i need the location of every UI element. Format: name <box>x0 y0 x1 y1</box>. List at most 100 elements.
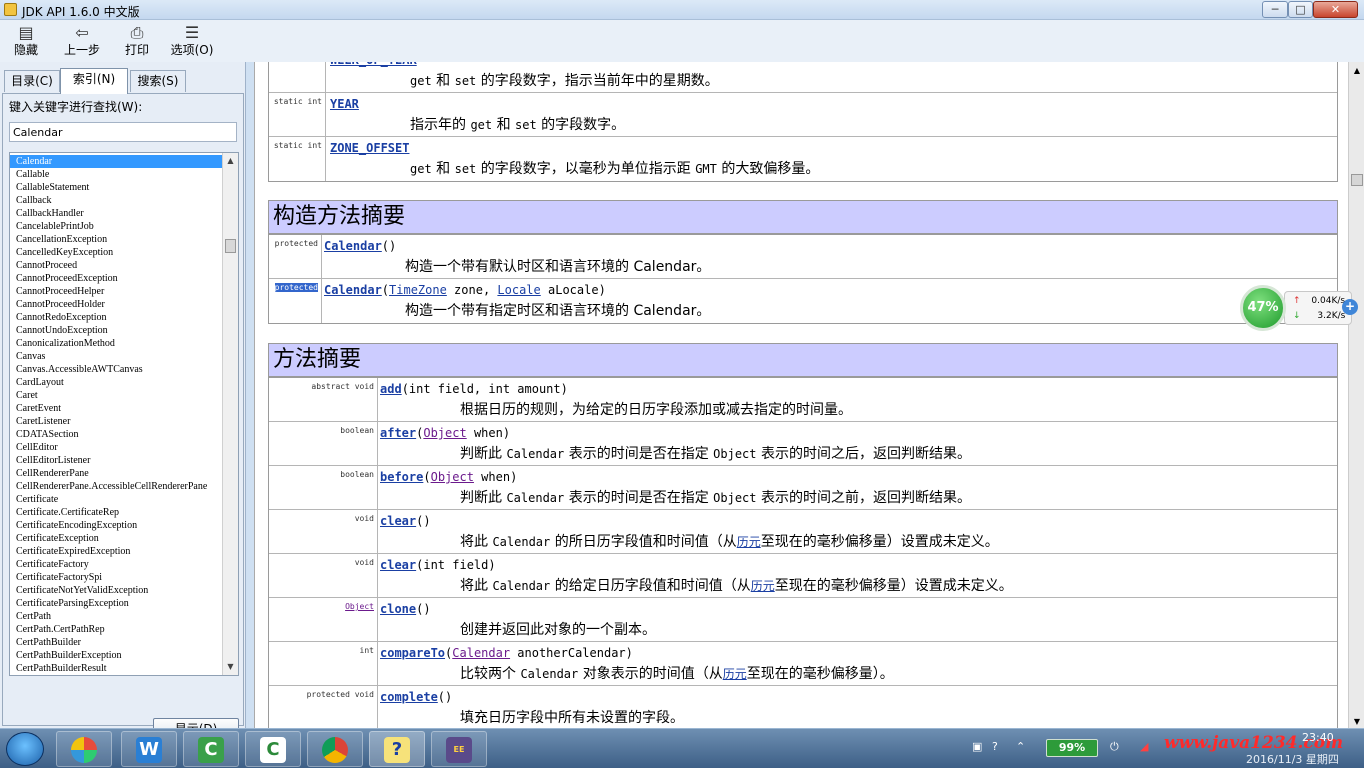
member-link[interactable]: complete <box>380 690 438 704</box>
list-item[interactable]: CellEditor <box>10 441 222 454</box>
list-item[interactable]: CannotProceedHolder <box>10 298 222 311</box>
type-link[interactable]: Calendar <box>452 646 510 660</box>
list-item[interactable]: Calendar <box>10 155 222 168</box>
maximize-button[interactable]: □ <box>1288 1 1313 18</box>
chevron-up-icon[interactable]: ⌃ <box>1016 740 1025 753</box>
list-item[interactable]: CannotProceed <box>10 259 222 272</box>
list-item[interactable]: CertPath.CertPathRep <box>10 623 222 636</box>
list-item[interactable]: CertificateFactory <box>10 558 222 571</box>
network-speed-widget[interactable]: ↑ 0.04K/s ↓ 3.2K/s 47% + <box>1236 283 1360 333</box>
content-scrollbar[interactable]: ▲ ▼ <box>1348 62 1364 728</box>
list-item[interactable]: CancelledKeyException <box>10 246 222 259</box>
options-button[interactable]: ☰ 选项(O) <box>166 23 218 61</box>
member-link[interactable]: clone <box>380 602 416 616</box>
list-item[interactable]: CallableStatement <box>10 181 222 194</box>
list-item[interactable]: CertPathBuilderResult <box>10 662 222 675</box>
field-link[interactable]: YEAR <box>330 97 359 111</box>
list-item[interactable]: CertificateEncodingException <box>10 519 222 532</box>
keyword-input[interactable] <box>9 122 237 142</box>
list-item[interactable]: CancellationException <box>10 233 222 246</box>
type-link[interactable]: Object <box>431 470 474 484</box>
field-link[interactable]: ZONE_OFFSET <box>330 141 409 155</box>
list-item[interactable]: CertificateNotYetValidException <box>10 584 222 597</box>
taskbar-app-camtasia-app-2[interactable]: C <box>245 731 301 767</box>
taskbar-app-chrome-browser[interactable] <box>307 731 363 767</box>
tab-contents[interactable]: 目录(C) <box>4 70 60 92</box>
list-item[interactable]: Callback <box>10 194 222 207</box>
list-item[interactable]: CardLayout <box>10 376 222 389</box>
list-item[interactable]: CannotProceedException <box>10 272 222 285</box>
list-item[interactable]: CertPathBuilderException <box>10 649 222 662</box>
list-item[interactable]: CertificateException <box>10 532 222 545</box>
taskbar-app-wps-writer[interactable]: W <box>121 731 177 767</box>
list-item[interactable]: CannotUndoException <box>10 324 222 337</box>
list-item[interactable]: Certificate <box>10 493 222 506</box>
power-plug-icon[interactable]: ⏻ <box>1110 740 1119 754</box>
member-link[interactable]: before <box>380 470 423 484</box>
list-item[interactable]: CertPath <box>10 610 222 623</box>
list-item[interactable]: CDATASection <box>10 428 222 441</box>
list-item[interactable]: CanonicalizationMethod <box>10 337 222 350</box>
clock-time[interactable]: 23:40 <box>1302 731 1334 744</box>
list-item[interactable]: Canvas <box>10 350 222 363</box>
scroll-down-icon[interactable]: ▼ <box>223 659 238 675</box>
tray-app-icon[interactable]: ▣ <box>972 740 982 753</box>
list-item[interactable]: CertPathBuilder <box>10 636 222 649</box>
hide-button[interactable]: ▤ 隐藏 <box>8 23 44 61</box>
taskbar-app-camtasia-app-1[interactable]: C <box>183 731 239 767</box>
scroll-up-icon[interactable]: ▲ <box>223 153 238 169</box>
memory-usage-circle[interactable]: 47% <box>1240 285 1286 331</box>
network-icon[interactable]: ◢ <box>1140 740 1148 753</box>
list-item[interactable]: CancelablePrintJob <box>10 220 222 233</box>
list-item[interactable]: CallbackHandler <box>10 207 222 220</box>
help-icon[interactable]: ? <box>992 740 998 753</box>
member-link[interactable]: after <box>380 426 416 440</box>
field-link[interactable]: WEEK_OF_YEAR <box>330 62 417 67</box>
index-keyword-list[interactable]: Calendar Callable CallableStatement Callbac… <box>9 152 239 676</box>
list-item[interactable]: CaretListener <box>10 415 222 428</box>
member-link[interactable]: clear <box>380 558 416 572</box>
list-item[interactable]: CaretEvent <box>10 402 222 415</box>
list-item[interactable]: CannotRedoException <box>10 311 222 324</box>
close-button[interactable]: ✕ <box>1313 1 1358 18</box>
type-link[interactable]: 历元 <box>737 535 761 549</box>
type-link[interactable]: Object <box>423 426 466 440</box>
start-button[interactable] <box>6 732 44 766</box>
list-item[interactable]: CellRendererPane.AccessibleCellRendererP… <box>10 480 222 493</box>
scroll-thumb[interactable] <box>225 239 236 253</box>
list-item[interactable]: CertificateFactorySpi <box>10 571 222 584</box>
back-button[interactable]: ⇦ 上一步 <box>60 23 104 61</box>
taskbar-app-help-viewer[interactable]: ? <box>369 731 425 767</box>
member-link[interactable]: Calendar <box>324 239 382 253</box>
list-item[interactable]: CellEditorListener <box>10 454 222 467</box>
list-item[interactable]: Certificate.CertificateRep <box>10 506 222 519</box>
type-link[interactable]: TimeZone <box>389 283 447 297</box>
member-link[interactable]: clear <box>380 514 416 528</box>
list-item[interactable]: CellRendererPane <box>10 467 222 480</box>
tab-index[interactable]: 索引(N) <box>60 68 128 94</box>
taskbar-app-eclipse-app[interactable]: EE <box>431 731 487 767</box>
scroll-down-icon[interactable]: ▼ <box>1349 717 1364 726</box>
print-button[interactable]: ⎙ 打印 <box>120 23 154 61</box>
member-link[interactable]: Calendar <box>324 283 382 297</box>
index-list-scrollbar[interactable]: ▲ ▼ <box>222 153 238 675</box>
minimize-button[interactable]: ─ <box>1262 1 1288 18</box>
clock-date[interactable]: 2016/11/3 星期四 <box>1246 751 1339 767</box>
battery-indicator[interactable]: 99% <box>1046 739 1098 757</box>
list-item[interactable]: CannotProceedHelper <box>10 285 222 298</box>
type-link[interactable]: 历元 <box>751 579 775 593</box>
tab-search[interactable]: 搜索(S) <box>130 70 186 92</box>
scroll-up-icon[interactable]: ▲ <box>1349 66 1364 75</box>
list-item[interactable]: CertificateExpiredException <box>10 545 222 558</box>
list-item[interactable]: CertificateParsingException <box>10 597 222 610</box>
list-item[interactable]: Canvas.AccessibleAWTCanvas <box>10 363 222 376</box>
type-link[interactable]: 历元 <box>723 667 747 681</box>
taskbar-app-gallery-app[interactable] <box>56 731 112 767</box>
return-type-link[interactable]: Object <box>345 602 374 611</box>
list-item[interactable]: Callable <box>10 168 222 181</box>
type-link[interactable]: Locale <box>497 283 540 297</box>
member-link[interactable]: add <box>380 382 402 396</box>
member-link[interactable]: compareTo <box>380 646 445 660</box>
scroll-thumb[interactable] <box>1351 174 1363 186</box>
plus-icon[interactable]: + <box>1342 299 1358 315</box>
